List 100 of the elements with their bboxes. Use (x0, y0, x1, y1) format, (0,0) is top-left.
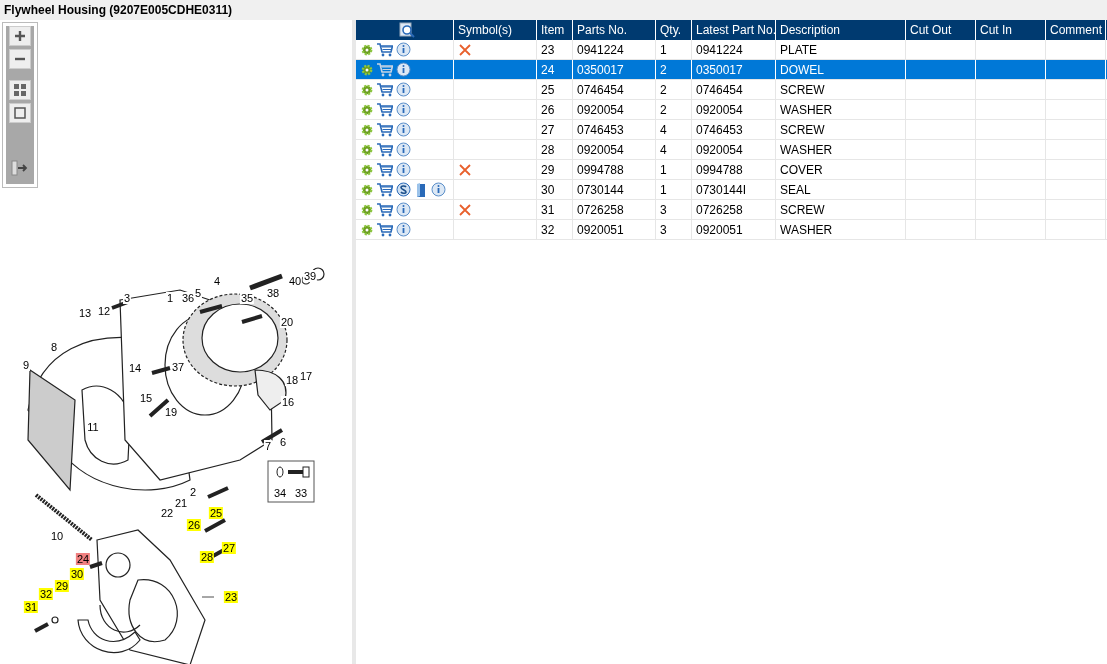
column-header[interactable]: Description (776, 20, 906, 40)
callout-label[interactable]: 11 (86, 421, 100, 433)
table-row[interactable]: 26 0920054 2 0920054 WASHER (356, 100, 1107, 120)
table-row[interactable]: 32 0920051 3 0920051 WASHER (356, 220, 1107, 240)
callout-label[interactable]: 39 (302, 270, 318, 282)
gear-icon[interactable] (361, 223, 373, 236)
callout-label[interactable]: 6 (278, 436, 288, 448)
cart-icon[interactable] (376, 42, 393, 57)
callout-label[interactable]: 15 (138, 392, 154, 404)
callout-label[interactable]: 35 (239, 292, 255, 304)
column-header[interactable]: Parts No. (573, 20, 656, 40)
fit-window-button[interactable] (9, 103, 31, 123)
callout-label[interactable]: 40 (287, 275, 303, 287)
callout-label[interactable]: 28 (199, 551, 215, 563)
gear-icon[interactable] (361, 163, 373, 176)
gear-icon[interactable] (361, 143, 373, 156)
table-cell: DOWEL (780, 62, 824, 77)
s-badge-icon[interactable] (396, 182, 411, 197)
column-header[interactable]: Cut In (976, 20, 1046, 40)
table-row[interactable]: 29 0994788 1 0994788 COVER (356, 160, 1107, 180)
info-icon[interactable] (396, 122, 411, 137)
callout-label[interactable]: 4 (212, 275, 222, 287)
table-row[interactable]: 25 0746454 2 0746454 SCREW (356, 80, 1107, 100)
table-cell: 4 (660, 142, 667, 157)
column-header[interactable]: Qty. (656, 20, 692, 40)
callout-label[interactable]: 18 (284, 374, 300, 386)
info-icon[interactable] (396, 102, 411, 117)
info-icon[interactable] (396, 202, 411, 217)
callout-label[interactable]: 21 (173, 497, 189, 509)
callout-label[interactable]: 8 (49, 341, 59, 353)
table-row[interactable]: 27 0746453 4 0746453 SCREW (356, 120, 1107, 140)
book-icon[interactable] (414, 181, 428, 198)
info-icon[interactable] (396, 62, 411, 77)
info-icon[interactable] (431, 182, 446, 197)
callout-label[interactable]: 20 (279, 316, 295, 328)
info-icon[interactable] (396, 142, 411, 157)
search-icon[interactable] (398, 22, 415, 38)
callout-label[interactable]: 32 (38, 588, 54, 600)
callout-label[interactable]: 29 (54, 580, 70, 592)
callout-label[interactable]: 17 (298, 370, 314, 382)
info-icon[interactable] (396, 42, 411, 57)
table-row[interactable]: 24 0350017 2 0350017 DOWEL (356, 60, 1107, 80)
callout-label[interactable]: 22 (159, 507, 175, 519)
gear-icon[interactable] (361, 43, 373, 56)
cart-icon[interactable] (376, 122, 393, 137)
square-icon (12, 105, 28, 121)
gear-icon[interactable] (361, 63, 373, 76)
column-header[interactable]: Latest Part No. (692, 20, 776, 40)
cart-icon[interactable] (376, 102, 393, 117)
callout-label[interactable]: 37 (170, 361, 186, 373)
callout-label[interactable]: 34 (272, 487, 288, 499)
callout-label[interactable]: 19 (163, 406, 179, 418)
fit-all-button[interactable] (9, 80, 31, 100)
info-icon[interactable] (396, 162, 411, 177)
callout-label[interactable]: 31 (23, 601, 39, 613)
callout-label[interactable]: 1 (165, 292, 175, 304)
callout-label[interactable]: 30 (69, 568, 85, 580)
gear-icon[interactable] (361, 183, 373, 196)
table-row[interactable]: 28 0920054 4 0920054 WASHER (356, 140, 1107, 160)
cart-icon[interactable] (376, 62, 393, 77)
cart-icon[interactable] (376, 202, 393, 217)
column-header[interactable]: Comment (1046, 20, 1106, 40)
callout-label[interactable]: 5 (193, 287, 203, 299)
column-header[interactable]: Cut Out (906, 20, 976, 40)
callout-label[interactable]: 24 (75, 553, 91, 565)
cart-icon[interactable] (376, 222, 393, 237)
gear-icon[interactable] (361, 83, 373, 96)
cart-icon[interactable] (376, 142, 393, 157)
cart-icon[interactable] (376, 182, 393, 197)
gear-icon[interactable] (361, 103, 373, 116)
callout-label[interactable]: 7 (263, 440, 273, 452)
callout-label[interactable]: 2 (188, 486, 198, 498)
callout-label[interactable]: 26 (186, 519, 202, 531)
cart-icon[interactable] (376, 82, 393, 97)
callout-label[interactable]: 36 (180, 292, 196, 304)
table-cell: 0726258 (696, 202, 743, 217)
callout-label[interactable]: 23 (223, 591, 239, 603)
gear-icon[interactable] (361, 203, 373, 216)
callout-label[interactable]: 10 (49, 530, 65, 542)
table-row[interactable]: 30 0730144 1 0730144I SEAL (356, 180, 1107, 200)
info-icon[interactable] (396, 222, 411, 237)
callout-label[interactable]: 3 (122, 292, 132, 304)
column-header[interactable]: Item (537, 20, 573, 40)
cart-icon[interactable] (376, 162, 393, 177)
table-cell: 0746453 (577, 122, 624, 137)
callout-label[interactable]: 12 (96, 305, 112, 317)
info-icon[interactable] (396, 82, 411, 97)
column-header[interactable]: Symbol(s) (454, 20, 537, 40)
zoom-in-button[interactable] (9, 26, 31, 46)
gear-icon[interactable] (361, 123, 373, 136)
callout-label[interactable]: 9 (21, 359, 31, 371)
callout-label[interactable]: 16 (280, 396, 296, 408)
zoom-out-button[interactable] (9, 49, 31, 69)
callout-label[interactable]: 27 (221, 542, 237, 554)
callout-label[interactable]: 25 (208, 507, 224, 519)
callout-label[interactable]: 13 (77, 307, 93, 319)
callout-label[interactable]: 33 (293, 487, 309, 499)
callout-label[interactable]: 38 (265, 287, 281, 299)
callout-label[interactable]: 14 (127, 362, 143, 374)
table-row[interactable]: 31 0726258 3 0726258 SCREW (356, 200, 1107, 220)
